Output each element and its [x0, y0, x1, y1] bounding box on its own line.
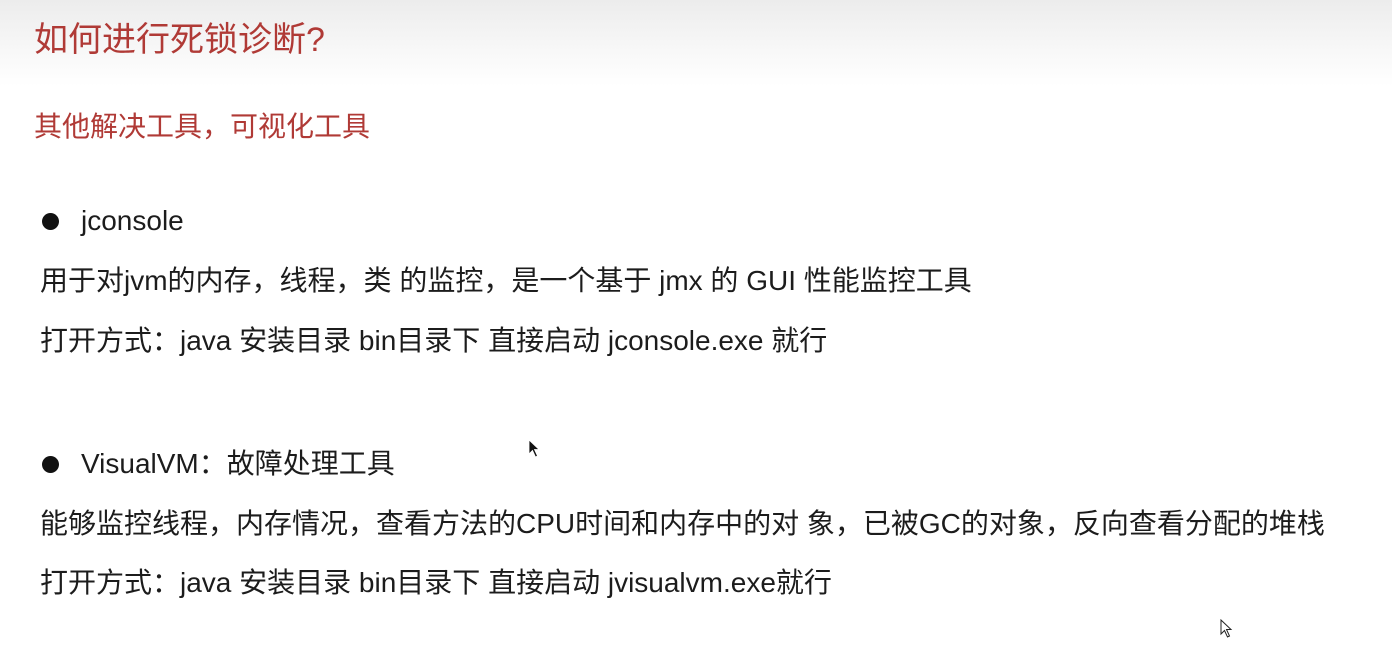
- slide-title: 如何进行死锁诊断?: [34, 21, 325, 59]
- slide-subtitle: 其他解决工具，可视化工具: [34, 111, 371, 142]
- mouse-pointer-icon: [528, 439, 541, 458]
- slide: 如何进行死锁诊断? 其他解决工具，可视化工具 jconsole 用于对jvm的内…: [0, 0, 1392, 669]
- section-jconsole-heading-row: jconsole: [40, 201, 184, 241]
- mouse-pointer-outline-icon: [1220, 619, 1233, 638]
- section-heading: VisualVM：故障处理工具: [81, 448, 395, 479]
- bullet-icon: [42, 455, 59, 473]
- section-jconsole-description: 用于对jvm的内存，线程，类 的监控，是一个基于 jmx 的 GUI 性能监控工…: [40, 265, 972, 296]
- section-visualvm-description: 能够监控线程，内存情况，查看方法的CPU时间和内存中的对 象，已被GC的对象，反…: [40, 508, 1325, 539]
- bullet-icon: [42, 212, 59, 230]
- section-heading: jconsole: [81, 205, 184, 236]
- section-visualvm-open-method: 打开方式：java 安装目录 bin目录下 直接启动 jvisualvm.exe…: [40, 567, 832, 598]
- section-jconsole-open-method: 打开方式：java 安装目录 bin目录下 直接启动 jconsole.exe …: [40, 325, 828, 356]
- section-visualvm-heading-row: VisualVM：故障处理工具: [40, 444, 395, 484]
